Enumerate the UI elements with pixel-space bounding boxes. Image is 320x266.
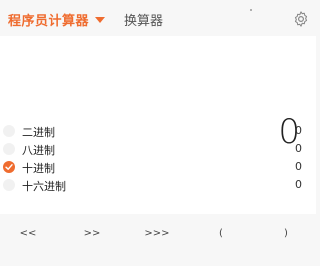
key-shift-right[interactable]: >> <box>72 228 112 239</box>
base-label-octal: 八进制 <box>22 144 55 157</box>
base-value-binary: 0 <box>295 124 302 137</box>
base-label-binary: 二进制 <box>22 126 55 139</box>
key-shift-left[interactable]: << <box>8 228 48 239</box>
base-row-binary[interactable]: 二进制 0 <box>0 122 316 140</box>
caret-down-icon <box>95 17 106 23</box>
base-label-hexadecimal: 十六进制 <box>22 180 66 193</box>
base-row-octal[interactable]: 八进制 0 <box>0 140 316 158</box>
radio-binary[interactable] <box>3 125 15 137</box>
key-close-paren[interactable]: ) <box>266 228 306 239</box>
gear-icon <box>294 11 308 27</box>
tab-converter[interactable]: 换算器 <box>124 10 163 29</box>
key-unsigned-shift-right[interactable]: >>> <box>137 228 177 239</box>
calculator-mode-dropdown[interactable]: 程序员计算器 <box>8 10 106 29</box>
base-row-hexadecimal[interactable]: 十六进制 0 <box>0 176 316 194</box>
base-value-hexadecimal: 0 <box>295 178 302 191</box>
base-value-decimal: 0 <box>295 160 302 173</box>
keypad-row: << >> >>> ( ) <box>0 222 316 252</box>
base-label-decimal: 十进制 <box>22 162 55 175</box>
radio-decimal[interactable] <box>3 161 15 173</box>
calculator-mode-label: 程序员计算器 <box>8 14 90 29</box>
settings-button[interactable] <box>292 10 310 28</box>
base-value-octal: 0 <box>295 142 302 155</box>
base-row-decimal[interactable]: 十进制 0 <box>0 158 316 176</box>
check-icon <box>5 164 13 170</box>
radio-octal[interactable] <box>3 143 15 155</box>
display-panel: 0 二进制 0 八进制 0 十进制 0 十六进制 0 <box>0 36 316 214</box>
radio-hexadecimal[interactable] <box>3 179 15 191</box>
decorative-dot <box>250 9 252 11</box>
top-bar: 程序员计算器 换算器 <box>0 0 316 36</box>
key-open-paren[interactable]: ( <box>201 228 241 239</box>
